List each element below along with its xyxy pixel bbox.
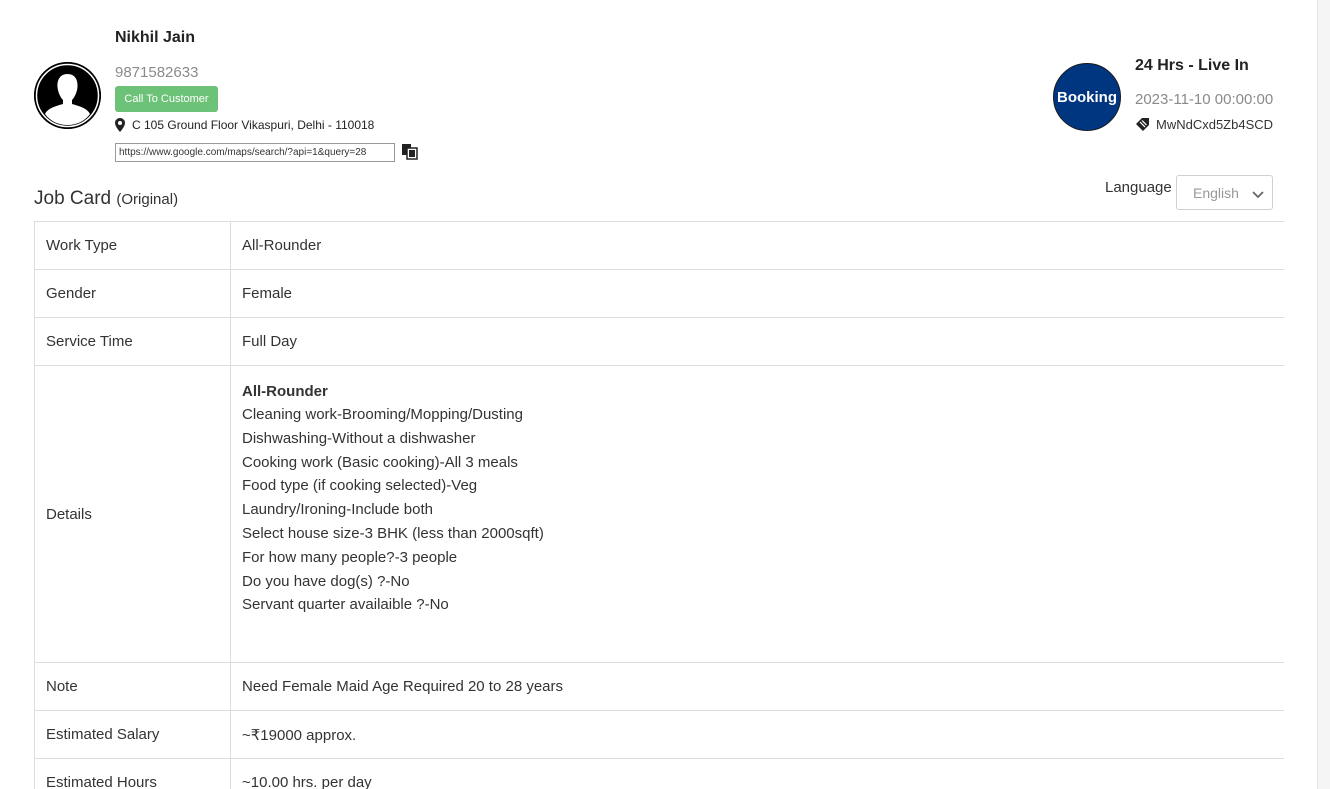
map-url-field[interactable] — [115, 143, 395, 162]
details-line: Laundry/Ironing-Include both — [242, 501, 433, 519]
details-line: Dishwashing-Without a dishwasher — [242, 429, 476, 447]
row-value-work-type: All-Rounder — [230, 221, 1284, 270]
booking-logo: Booking — [1053, 63, 1121, 131]
row-key-details: Details — [34, 365, 231, 663]
details-line: Cleaning work-Brooming/Mopping/Dusting — [242, 406, 523, 423]
table-row: Estimated Salary ~₹19000 approx. — [34, 710, 1284, 759]
details-line: Servant quarter availaible ?-No — [242, 596, 449, 614]
details-line: Cooking work (Basic cooking)-All 3 meals — [242, 453, 518, 471]
row-key-estimated-salary: Estimated Salary — [34, 710, 231, 759]
row-value-note: Need Female Maid Age Required 20 to 28 y… — [230, 662, 1284, 711]
copy-icon[interactable] — [401, 143, 419, 160]
map-pin-icon — [115, 118, 125, 132]
row-value-gender: Female — [230, 269, 1284, 318]
row-value-service-time: Full Day — [230, 317, 1284, 366]
row-key-note: Note — [34, 662, 231, 711]
table-row: Gender Female — [34, 269, 1284, 318]
table-row: Work Type All-Rounder — [34, 221, 1284, 270]
customer-name: Nikhil Jain — [115, 29, 196, 46]
customer-address: C 105 Ground Floor Vikaspuri, Delhi - 11… — [132, 118, 375, 132]
table-row: Note Need Female Maid Age Required 20 to… — [34, 662, 1284, 711]
job-card-subtitle: (Original) — [116, 191, 179, 208]
row-key-service-time: Service Time — [34, 317, 231, 366]
language-select-value: English — [1193, 184, 1239, 201]
vertical-scrollbar[interactable] — [1317, 0, 1330, 789]
booking-code-row: MwNdCxd5Zb4SCD — [1135, 117, 1273, 132]
customer-phone: 9871582633 — [115, 64, 199, 81]
row-value-estimated-salary: ~₹19000 approx. — [230, 710, 1284, 759]
job-card-title: Job Card (Original) — [34, 188, 178, 210]
table-row: Estimated Hours ~10.00 hrs. per day — [34, 758, 1284, 789]
service-title: 24 Hrs - Live In — [1135, 57, 1249, 74]
customer-avatar-icon — [34, 62, 101, 129]
table-row: Service Time Full Day — [34, 317, 1284, 366]
ticket-icon — [1135, 117, 1150, 132]
row-key-estimated-hours: Estimated Hours — [34, 758, 231, 789]
chevron-down-icon — [1252, 187, 1264, 199]
page: Nikhil Jain 9871582633 Call To Customer … — [0, 0, 1330, 789]
booking-date: 2023-11-10 00:00:00 — [1135, 91, 1274, 108]
language-label: Language — [1105, 179, 1172, 196]
row-key-gender: Gender — [34, 269, 231, 318]
row-key-work-type: Work Type — [34, 221, 231, 270]
table-row: Details All-Rounder Cleaning work-Broomi… — [34, 365, 1284, 663]
row-value-details: All-Rounder Cleaning work-Brooming/Moppi… — [230, 365, 1284, 663]
details-line: For how many people?-3 people — [242, 548, 458, 566]
booking-code: MwNdCxd5Zb4SCD — [1156, 117, 1274, 132]
job-card-table: Work Type All-Rounder Gender Female Serv… — [34, 221, 1284, 789]
details-line: Select house size-3 BHK (less than 2000s… — [242, 524, 544, 542]
language-select[interactable]: English — [1176, 175, 1273, 210]
details-title: All-Rounder — [242, 383, 328, 400]
call-to-customer-button[interactable]: Call To Customer — [115, 86, 218, 112]
job-card-title-text: Job Card — [34, 188, 112, 209]
details-line: Food type (if cooking selected)-Veg — [242, 477, 478, 495]
row-value-estimated-hours: ~10.00 hrs. per day — [230, 758, 1284, 789]
customer-address-row: C 105 Ground Floor Vikaspuri, Delhi - 11… — [115, 118, 374, 132]
details-line: Do you have dog(s) ?-No — [242, 572, 410, 590]
